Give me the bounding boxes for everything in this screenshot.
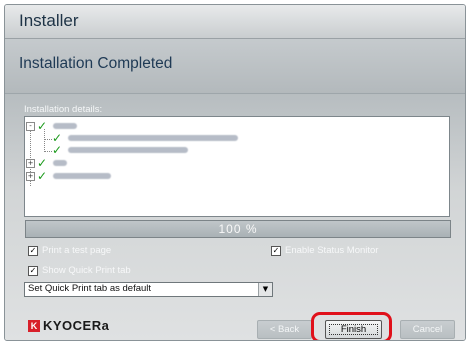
window-frame: Installer Installation Completed Install… <box>4 4 466 341</box>
tree-line <box>44 139 52 140</box>
chevron-down-icon[interactable]: ▼ <box>258 283 272 296</box>
progress-text: 100 % <box>218 222 258 236</box>
back-button[interactable]: < Back <box>257 320 312 339</box>
checkbox-checked-icon[interactable]: ✓ <box>28 245 38 256</box>
details-label: Installation details: <box>24 104 103 115</box>
tree-item[interactable]: ✓ <box>52 131 238 145</box>
tree-item[interactable]: + ✓ <box>26 156 67 170</box>
show-quick-print-tab-label: Show Quick Print tab <box>42 265 131 276</box>
print-test-page-label: Print a test page <box>42 245 112 256</box>
window-title: Installer <box>19 11 79 30</box>
title-bar[interactable]: Installer <box>5 5 465 39</box>
show-quick-print-tab-checkbox[interactable]: ✓ Show Quick Print tab <box>28 265 131 276</box>
kyocera-logo-text: KYOCERa <box>43 318 110 333</box>
enable-status-monitor-label: Enable Status Monitor <box>285 245 379 256</box>
checkbox-checked-icon[interactable]: ✓ <box>28 265 38 276</box>
collapse-icon[interactable]: - <box>26 121 35 131</box>
progress-bar: 100 % <box>25 220 451 238</box>
installer-window: Installer Installation Completed Install… <box>0 0 467 342</box>
blurred-text <box>53 173 111 179</box>
page-title: Installation Completed <box>19 55 173 72</box>
expand-icon[interactable]: + <box>26 158 35 168</box>
installation-details-tree[interactable]: - ✓ ✓ ✓ + ✓ + ✓ <box>24 116 450 217</box>
focus-rect <box>329 324 378 335</box>
expand-icon[interactable]: + <box>26 171 35 181</box>
kyocera-logo: K KYOCERa <box>28 318 109 333</box>
quick-print-select[interactable]: Set Quick Print tab as default ▼ <box>24 282 273 297</box>
cancel-button[interactable]: Cancel <box>400 320 455 339</box>
tree-item[interactable]: ✓ <box>52 143 188 157</box>
kyocera-logo-icon: K <box>28 319 40 332</box>
check-icon: ✓ <box>37 119 48 133</box>
blurred-text <box>68 135 238 141</box>
check-icon: ✓ <box>52 143 63 157</box>
checkbox-checked-icon[interactable]: ✓ <box>271 245 281 256</box>
enable-status-monitor-checkbox[interactable]: ✓ Enable Status Monitor <box>271 245 378 256</box>
content-area: Installation details: - ✓ ✓ ✓ + ✓ + ✓ 10… <box>5 94 465 340</box>
check-icon: ✓ <box>37 156 48 170</box>
finish-button[interactable]: Finish <box>325 320 382 339</box>
tree-item[interactable]: + ✓ <box>26 169 111 183</box>
page-header: Installation Completed <box>5 39 465 94</box>
tree-line <box>44 151 52 152</box>
quick-print-select-value: Set Quick Print tab as default <box>28 283 152 294</box>
check-icon: ✓ <box>37 169 48 183</box>
blurred-text <box>53 160 67 166</box>
print-test-page-checkbox[interactable]: ✓ Print a test page <box>28 245 111 256</box>
blurred-text <box>53 123 77 129</box>
blurred-text <box>68 147 188 153</box>
